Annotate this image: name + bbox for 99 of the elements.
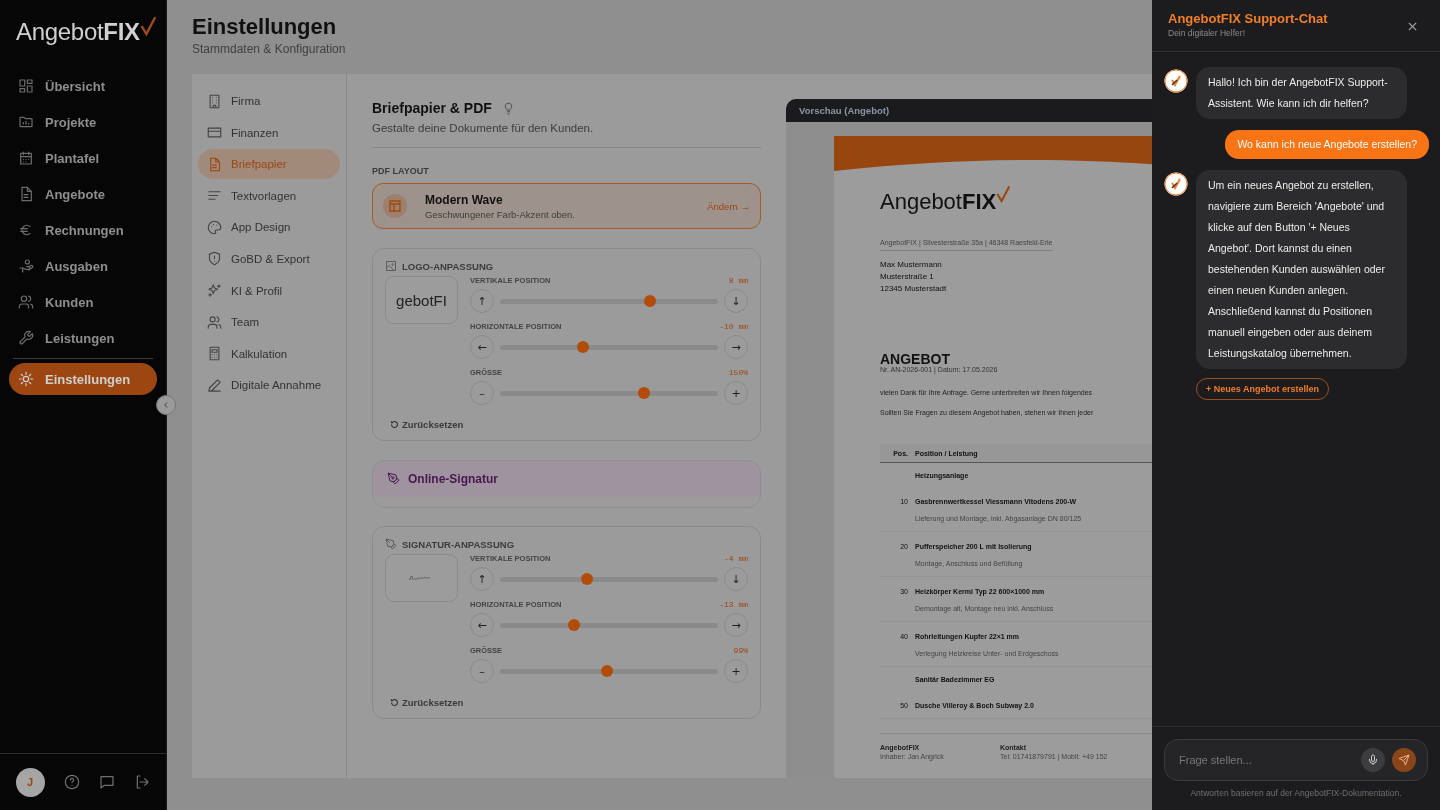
grid-icon — [18, 78, 34, 94]
pen-icon — [207, 377, 222, 393]
slider-track[interactable] — [500, 622, 718, 628]
microphone-button[interactable] — [1361, 748, 1385, 772]
online-signature-card[interactable]: Online-Signatur — [372, 460, 761, 508]
reset-icon — [390, 420, 399, 429]
microphone-icon — [1367, 754, 1379, 766]
slider-track[interactable] — [500, 668, 718, 674]
nav-item[interactable]: Rechnungen — [9, 212, 157, 248]
slider-thumb[interactable] — [576, 341, 589, 353]
help-icon[interactable] — [63, 774, 80, 790]
settings-nav-item[interactable]: Digitale Annahme — [198, 370, 340, 401]
reset-icon — [390, 698, 399, 707]
settings-nav-item[interactable]: GoBD & Export — [198, 243, 340, 274]
slider-thumb[interactable] — [568, 619, 581, 631]
reset-link[interactable]: Zurücksetzen — [390, 697, 748, 708]
palette-icon — [207, 219, 222, 235]
slider-track[interactable] — [500, 298, 718, 304]
document-title: ANGEBOT — [880, 352, 951, 366]
send-button[interactable] — [1392, 748, 1416, 772]
logout-icon[interactable] — [134, 774, 151, 790]
section-subtitle: Gestalte deine Dokumente für den Kunden. — [372, 122, 595, 134]
users-icon — [207, 314, 222, 330]
collapse-button[interactable] — [156, 395, 176, 415]
nav-item[interactable]: Übersicht — [9, 68, 157, 104]
nav-item[interactable]: Leistungen — [9, 320, 157, 356]
slider-track[interactable] — [500, 344, 718, 350]
assistant-message: Um ein neues Angebot zu erstellen, navigiere zum Bereich 'Angebote' und klicke auf den Button '+ Neues Angebot'. Dort kannst du einen bestehenden Kunden auswählen oder einen neuen Kunden anlegen. Anschließend kannst du Positionen manuell eingeben oder aus deinem Leistungskatalog übernehmen. — [1196, 170, 1407, 369]
send-icon — [1398, 754, 1410, 766]
document-icon — [207, 156, 222, 172]
assistant-avatar — [1164, 172, 1188, 196]
users-icon — [18, 294, 34, 310]
section-label: PDF LAYOUT — [372, 166, 430, 176]
recipient-address: Max Mustermann — [880, 259, 943, 271]
nav-item[interactable]: Plantafel — [9, 140, 157, 176]
slider-value: 99% — [733, 646, 748, 655]
nav-item[interactable]: Kunden — [9, 284, 157, 320]
preview-title: Vorschau (Angebot) — [799, 105, 890, 116]
euro-icon — [18, 222, 34, 238]
settings-nav-item[interactable]: Team — [198, 307, 340, 338]
pen-nib-icon — [387, 472, 400, 485]
close-icon[interactable] — [1407, 21, 1418, 32]
adjust-title: SIGNATUR-ANPASSUNG — [402, 538, 515, 550]
slider-value: 150% — [728, 368, 748, 377]
sparkles-icon — [207, 283, 222, 299]
online-signature-title: Online-Signatur — [408, 472, 498, 486]
assistant-avatar — [1164, 69, 1188, 93]
page-subtitle: Stammdaten & Konfiguration — [192, 42, 347, 56]
slider-thumb[interactable] — [644, 295, 657, 307]
logo-thumbnail: gebotFI — [385, 276, 458, 324]
nav-item[interactable]: Projekte — [9, 104, 157, 140]
document-icon — [18, 186, 34, 202]
layout-description: Geschwungener Farb-Akzent oben. — [425, 208, 576, 220]
slider-value: -4 mm — [724, 554, 748, 563]
layout-card[interactable]: Modern Wave Geschwungener Farb-Akzent oben. Ändern → — [372, 183, 761, 229]
image-icon — [385, 260, 397, 272]
layout-name: Modern Wave — [425, 192, 504, 207]
user-message: Wo kann ich neue Angebote erstellen? — [1225, 130, 1429, 159]
slider-thumb[interactable] — [600, 665, 613, 677]
wrench-icon — [18, 330, 34, 346]
layout-icon — [383, 194, 407, 218]
adjust-title: LOGO-ANPASSUNG — [402, 260, 494, 272]
check-mark-icon — [996, 183, 1011, 205]
reset-link[interactable]: Zurücksetzen — [390, 419, 748, 430]
calculator-icon — [207, 346, 222, 362]
settings-nav-item[interactable]: Firma — [198, 86, 340, 116]
nav-item[interactable]: Einstellungen — [9, 363, 157, 395]
chat-subtitle: Dein digitaler Helfer! — [1168, 28, 1246, 38]
slider-track[interactable] — [500, 576, 718, 582]
slider-track[interactable] — [500, 390, 718, 396]
slider-value: -10 mm — [719, 322, 748, 331]
slider-thumb[interactable] — [581, 573, 594, 585]
card-icon — [207, 125, 222, 141]
section-title: Briefpapier & PDF — [372, 100, 492, 116]
app-logo: AngebotFIX — [16, 18, 140, 46]
folder-icon — [18, 114, 34, 130]
check-mark-icon — [139, 14, 156, 38]
settings-nav-item[interactable]: Finanzen — [198, 117, 340, 148]
settings-nav-item[interactable]: Kalkulation — [198, 338, 340, 369]
nav-item[interactable]: Ausgaben — [9, 248, 157, 284]
chat-icon[interactable] — [99, 774, 116, 790]
calendar-icon — [18, 150, 34, 166]
recipient-address: 12345 Musterstadt — [880, 283, 948, 295]
slider-value: -13 mm — [719, 600, 748, 609]
slider-value: 8 mm — [728, 276, 748, 285]
document-logo: AngebotFIX — [880, 189, 997, 215]
settings-nav-item[interactable]: KI & Profil — [198, 275, 340, 306]
building-icon — [207, 93, 222, 109]
chat-title: AngebotFIX Support-Chat — [1168, 11, 1328, 26]
pen-nib-icon — [385, 538, 397, 550]
settings-nav-item[interactable]: App Design — [198, 212, 340, 243]
slider-thumb[interactable] — [637, 387, 650, 399]
shield-icon — [207, 251, 222, 267]
recipient-address: Musterstraße 1 — [880, 271, 935, 283]
chat-disclaimer: Antworten basieren auf der AngebotFIX-Dokumentation. — [1189, 788, 1403, 798]
page-title: Einstellungen — [192, 14, 338, 40]
assistant-message: Hallo! Ich bin der AngebotFIX Support-Assistent. Wie kann ich dir helfen? — [1196, 67, 1407, 119]
nav-item[interactable]: Angebote — [9, 176, 157, 212]
settings-nav-item[interactable]: Textvorlagen — [198, 180, 340, 211]
